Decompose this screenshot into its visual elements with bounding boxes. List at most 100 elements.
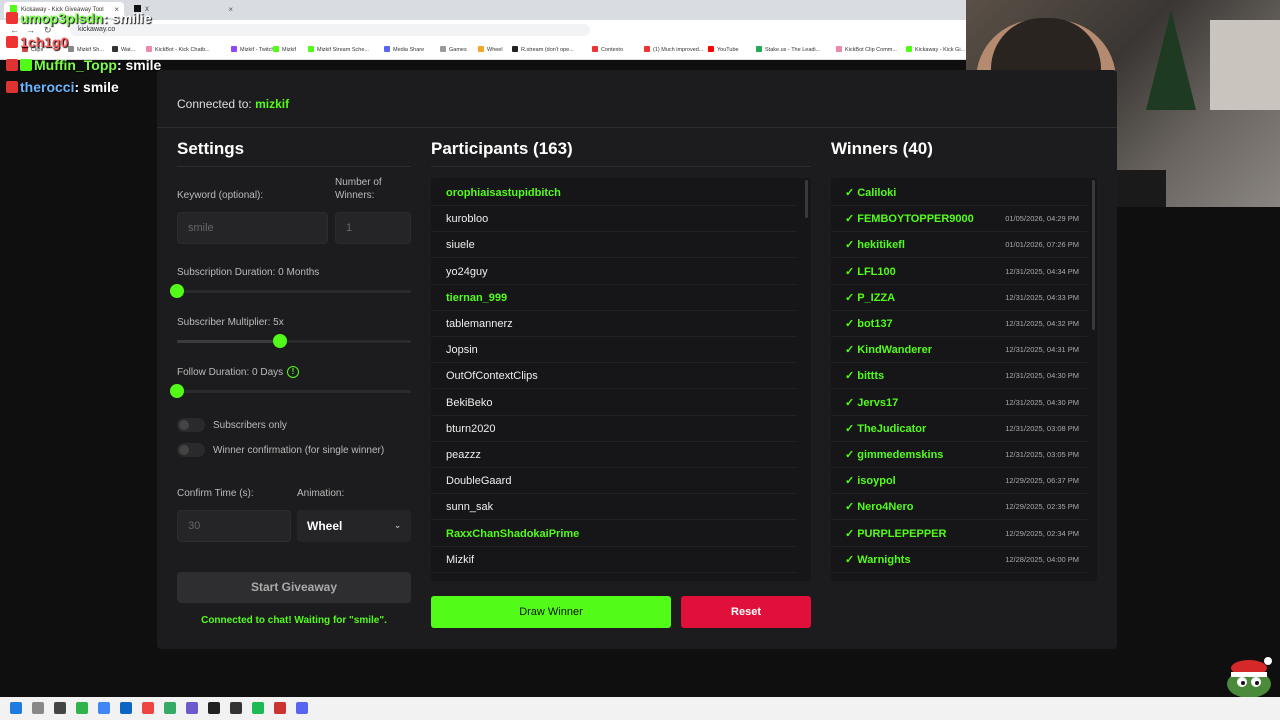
winner-row[interactable]: ✓ PURPLEPEPPER 12/29/2025, 02:34 PM [831,521,1087,547]
winners-list[interactable]: ✓ Caliloki ✓ FEMBOYTOPPER9000 01/05/2026, 04… [831,178,1097,581]
bookmark-item[interactable]: Contexto [592,46,623,53]
chat-username: therocci [20,79,75,95]
toggle-knob [179,420,189,430]
participant-row[interactable]: peazzz [431,442,797,468]
winner-row[interactable]: ✓ KindWanderer 12/31/2025, 04:31 PM [831,337,1087,364]
badge-icon [6,36,18,48]
participant-row[interactable]: tablemannerz [431,311,797,337]
winner-row[interactable]: ✓ gimmedemskins 12/31/2025, 03:05 PM [831,442,1087,468]
check-icon: ✓ [845,239,855,252]
confirm-time-input[interactable]: 30 [177,510,291,542]
participant-row[interactable]: sunn_sak [431,494,797,521]
chat-message: umop3plsdn: smilie [6,10,152,26]
winner-row[interactable]: ✓ bittts 12/31/2025, 04:30 PM [831,363,1087,390]
subscription-duration-slider[interactable] [170,284,411,298]
winner-date: 12/31/2025, 04:31 PM [1005,345,1079,355]
slider-thumb[interactable] [170,384,184,398]
bookmark-item[interactable]: Kickaway - Kick Gi... [906,46,965,53]
app-icon[interactable] [296,702,308,714]
bookmark-label: Stake.us - The Leadi... [765,47,821,53]
winner-row[interactable]: ✓ TheJudicator 12/31/2025, 03:08 PM [831,416,1087,442]
bookmark-label: Mizkif Sh... [77,47,104,53]
start-giveaway-button[interactable]: Start Giveaway [177,572,411,603]
winner-name: Warnights [857,553,911,566]
follow-duration-label: Follow Duration: 0 Days [177,367,284,378]
winner-row[interactable]: ✓ Warnights 12/28/2025, 04:00 PM [831,547,1087,573]
winner-row[interactable]: ✓ bot137 12/31/2025, 04:32 PM [831,311,1087,337]
participants-scrollbar[interactable] [805,180,808,218]
check-icon: ✓ [845,396,855,409]
participant-row[interactable]: kurobloo [431,206,797,233]
winner-row[interactable]: ✓ P_IZZA 12/31/2025, 04:33 PM [831,285,1087,311]
edge-icon[interactable] [120,702,132,714]
participant-row[interactable]: Jopsin [431,337,797,364]
bookmark-item[interactable]: YouTube [708,46,739,53]
winner-row[interactable]: ✓ Nero4Nero 12/29/2025, 02:35 PM [831,494,1087,521]
spotify-icon[interactable] [252,702,264,714]
subscriber-multiplier-slider[interactable] [177,334,411,348]
bookmark-label: (1) Much improved... [653,47,704,53]
bookmark-item[interactable]: (1) Much improved... [644,46,703,53]
discord-icon[interactable] [186,702,198,714]
participant-row[interactable]: BekiBeko [431,390,797,416]
draw-winner-button[interactable]: Draw Winner [431,596,671,628]
participant-row[interactable]: Mizkif [431,547,797,573]
winner-row[interactable]: ✓ hekitikefl 01/01/2026, 07:26 PM [831,232,1087,259]
winner-row[interactable]: ✓ isoypol 12/29/2025, 06:37 PM [831,468,1087,495]
participant-row[interactable]: tiernan_999 [431,285,797,311]
participant-row[interactable]: yo24guy [431,259,797,285]
keyword-input[interactable]: smile [177,212,328,244]
winners-scrollbar[interactable] [1092,180,1095,330]
close-icon[interactable]: × [228,2,233,18]
bookmark-label: KickBot Clip Comm... [845,47,897,53]
follow-duration-slider[interactable] [170,384,411,398]
slider-thumb[interactable] [272,334,287,348]
bookmark-label: Wat... [121,47,136,53]
search-icon[interactable] [32,702,44,714]
winners-count-input[interactable]: 1 [335,212,411,244]
slider-thumb[interactable] [170,284,184,298]
divider [177,166,411,167]
bookmark-item[interactable]: Mizkif [273,46,296,53]
participant-row[interactable]: DoubleGaard [431,468,797,495]
bookmark-item[interactable]: KickBot Clip Comm... [836,46,897,53]
reset-button[interactable]: Reset [681,596,811,628]
participant-row[interactable]: bturn2020 [431,416,797,442]
bookmark-item[interactable]: Mizkif Stream Sche... [308,46,369,53]
task-view-icon[interactable] [54,702,66,714]
app-icon[interactable] [274,702,286,714]
bookmark-item[interactable]: Wat... [112,46,135,53]
chat-username: umop3plsdn [20,10,104,26]
info-icon[interactable]: ! [287,366,299,378]
app-icon[interactable] [164,702,176,714]
bookmark-item[interactable]: Mizkif Sh... [68,46,104,53]
winner-row[interactable]: ✓ Jervs17 12/31/2025, 04:30 PM [831,390,1087,416]
winner-row[interactable]: ✓ Caliloki [831,180,1087,206]
bookmark-item[interactable]: Mizkif - Twitch [231,46,274,53]
windows-start-icon[interactable] [10,702,22,714]
participant-row[interactable]: OutOfContextClips [431,363,797,390]
bookmark-item[interactable]: Stake.us - The Leadi... [756,46,820,53]
bookmark-label: Kickaway - Kick Gi... [915,47,966,53]
bookmark-item[interactable]: Games [440,46,467,53]
winner-name: Caliloki [857,187,897,199]
bookmark-item[interactable]: Wheel [478,46,503,53]
app-icon[interactable] [76,702,88,714]
app-icon[interactable] [230,702,242,714]
subscribers-only-toggle[interactable] [177,418,205,432]
winner-row[interactable]: ✓ FEMBOYTOPPER9000 01/05/2026, 04:29 PM [831,206,1087,233]
animation-select[interactable]: Wheel ⌄ [297,510,411,542]
participant-row[interactable]: siuele [431,232,797,259]
winner-row[interactable]: ✓ LFL100 12/31/2025, 04:34 PM [831,259,1087,285]
bookmark-item[interactable]: R.stream (don't ope... [512,46,574,53]
app-icon[interactable] [142,702,154,714]
bookmark-item[interactable]: KickBot - Kick Chatb... [146,46,210,53]
bookmark-item[interactable]: Media Share [384,46,424,53]
participant-row[interactable]: RaxxChanShadokaiPrime [431,521,797,547]
chrome-icon[interactable] [98,702,110,714]
participants-list[interactable]: orophiaisastupidbitch kurobloo siuele yo24g… [431,178,811,581]
participant-row[interactable]: orophiaisastupidbitch [431,180,797,206]
obs-icon[interactable] [208,702,220,714]
winner-confirmation-toggle[interactable] [177,443,205,457]
bookmark-label: Media Share [393,47,425,53]
